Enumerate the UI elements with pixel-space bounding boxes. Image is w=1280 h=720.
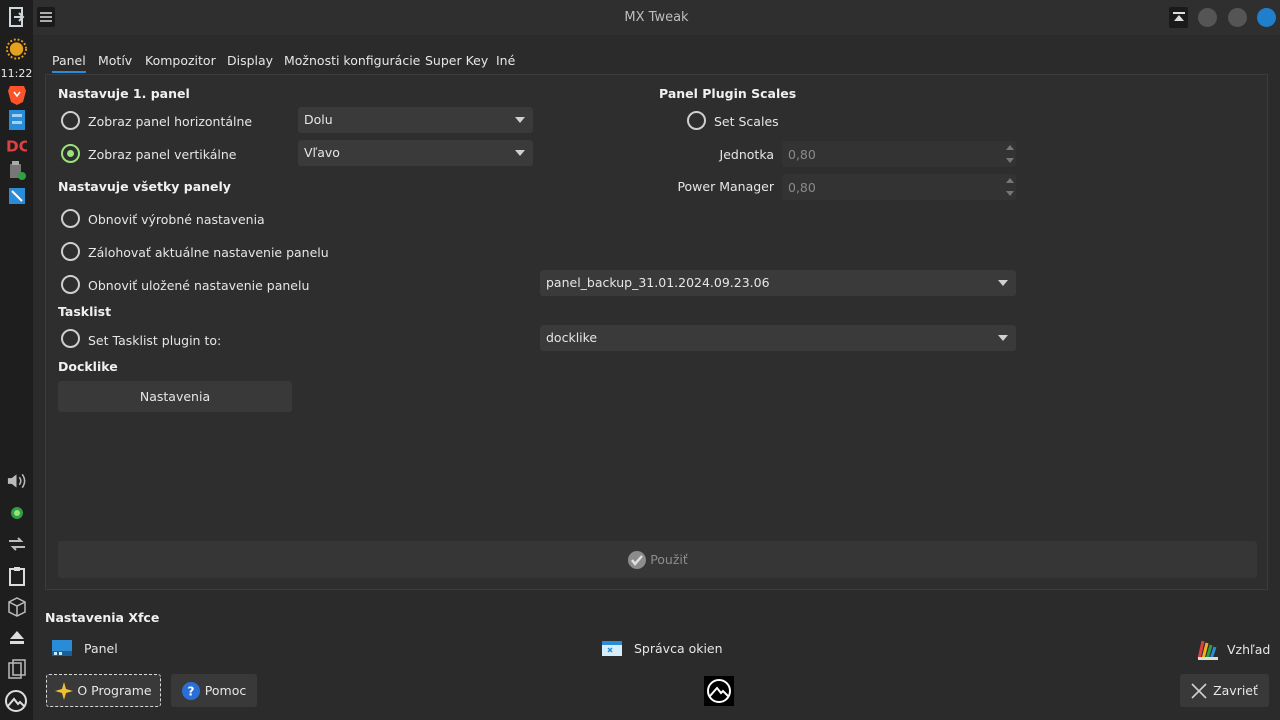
screenshot-icon[interactable] bbox=[6, 185, 27, 206]
tasklist-label: Set Tasklist plugin to: bbox=[88, 333, 222, 348]
maximize-button[interactable] bbox=[1228, 8, 1247, 27]
help-icon: ? bbox=[181, 681, 200, 700]
window-title: MX Tweak bbox=[624, 10, 689, 25]
jednotka-value: 0,80 bbox=[788, 147, 816, 162]
tasklist-select-value: docklike bbox=[546, 330, 598, 345]
close-label: Zavrieť bbox=[1213, 683, 1258, 698]
clipboard-icon[interactable] bbox=[6, 565, 27, 586]
close-icon bbox=[1191, 682, 1207, 699]
about-label: O Programe bbox=[77, 683, 152, 698]
xfce-window-manager-link[interactable]: Správca okien bbox=[601, 638, 723, 658]
horizontal-label: Zobraz panel horizontálne bbox=[88, 114, 253, 129]
keep-above-icon bbox=[1172, 11, 1185, 21]
tab-super-key[interactable]: Super Key bbox=[425, 53, 488, 68]
close-button[interactable]: Zavrieť bbox=[1180, 674, 1269, 707]
vertical-position-value: Vľavo bbox=[304, 145, 340, 160]
tab-display[interactable]: Display bbox=[227, 53, 273, 68]
section-first-panel-title: Nastavuje 1. panel bbox=[58, 86, 190, 101]
backup-select[interactable]: panel_backup_31.01.2024.09.23.06 bbox=[540, 270, 1016, 296]
tab-kompozitor[interactable]: Kompozitor bbox=[145, 53, 216, 68]
power-manager-spinbox[interactable]: 0,80 bbox=[782, 174, 1016, 200]
mx-logo-icon bbox=[707, 679, 731, 703]
xfce-panel-link[interactable]: Panel bbox=[52, 638, 118, 658]
doublecmd-icon[interactable]: DC bbox=[6, 135, 27, 156]
tab-ine[interactable]: Iné bbox=[496, 53, 515, 68]
clock[interactable]: 11:22 bbox=[0, 67, 33, 80]
chevron-down-icon bbox=[998, 280, 1008, 286]
mx-sun-icon[interactable] bbox=[6, 38, 27, 59]
docklike-settings-button[interactable]: Nastavenia bbox=[58, 381, 292, 412]
horizontal-position-value: Dolu bbox=[304, 112, 333, 127]
apply-label: Použiť bbox=[650, 552, 688, 567]
copy-icon[interactable] bbox=[6, 658, 27, 679]
title-bar: MX Tweak bbox=[33, 0, 1280, 35]
help-button[interactable]: ? Pomoc bbox=[171, 674, 257, 707]
check-icon bbox=[628, 550, 647, 569]
file-manager-icon[interactable] bbox=[6, 109, 27, 130]
volume-icon[interactable] bbox=[6, 470, 27, 491]
package-icon[interactable] bbox=[6, 596, 27, 617]
jednotka-spinbox[interactable]: 0,80 bbox=[782, 141, 1016, 167]
xfce-appearance-label: Vzhľad bbox=[1227, 641, 1271, 657]
appearance-icon bbox=[1197, 640, 1218, 660]
xfce-settings-title: Nastavenia Xfce bbox=[45, 610, 160, 625]
chevron-down-icon bbox=[998, 335, 1008, 341]
tasklist-select[interactable]: docklike bbox=[540, 325, 1016, 351]
vertical-radio[interactable] bbox=[61, 144, 80, 163]
usb-icon[interactable] bbox=[6, 160, 27, 181]
vertical-label: Zobraz panel vertikálne bbox=[88, 147, 237, 162]
tab-panel[interactable]: Panel bbox=[52, 53, 86, 73]
left-panel: 11:22 DC bbox=[0, 0, 33, 720]
xfce-panel-label: Panel bbox=[84, 640, 118, 656]
docklike-title: Docklike bbox=[58, 359, 118, 374]
vertical-position-select[interactable]: Vľavo bbox=[298, 140, 533, 166]
updater-icon[interactable] bbox=[6, 502, 27, 523]
jednotka-label: Jednotka bbox=[719, 147, 774, 162]
section-all-panels-title: Nastavuje všetky panely bbox=[58, 179, 231, 194]
svg-text:?: ? bbox=[187, 684, 194, 698]
spin-down-icon[interactable] bbox=[1006, 191, 1014, 196]
power-manager-value: 0,80 bbox=[788, 180, 816, 195]
power-manager-label: Power Manager bbox=[677, 179, 774, 194]
mx-logo-icon[interactable] bbox=[4, 689, 28, 712]
restore-saved-radio[interactable] bbox=[61, 275, 80, 294]
spin-up-icon[interactable] bbox=[1006, 178, 1014, 183]
backup-current-label: Zálohovať aktuálne nastavenie panelu bbox=[88, 245, 329, 260]
about-button[interactable]: O Programe bbox=[46, 674, 161, 707]
help-label: Pomoc bbox=[204, 683, 247, 698]
xfce-appearance-link[interactable]: Vzhľad bbox=[1197, 637, 1270, 661]
logout-icon[interactable] bbox=[6, 6, 27, 27]
tab-motiv[interactable]: Motív bbox=[98, 53, 132, 68]
tasklist-radio[interactable] bbox=[61, 329, 80, 348]
horizontal-position-select[interactable]: Dolu bbox=[298, 107, 533, 133]
window-manager-icon bbox=[602, 641, 622, 656]
keep-above-button[interactable] bbox=[1169, 7, 1188, 28]
restore-default-radio[interactable] bbox=[61, 209, 80, 228]
mx-logo bbox=[704, 676, 734, 706]
apply-button[interactable]: Použiť bbox=[58, 541, 1257, 578]
tasklist-title: Tasklist bbox=[58, 304, 112, 319]
panel-icon bbox=[52, 640, 72, 656]
backup-select-value: panel_backup_31.01.2024.09.23.06 bbox=[546, 275, 770, 290]
tab-moznosti-konfiguracie[interactable]: Možnosti konfigurácie bbox=[284, 53, 420, 68]
chevron-down-icon bbox=[515, 150, 525, 156]
close-window-button[interactable] bbox=[1257, 8, 1276, 27]
spin-up-icon[interactable] bbox=[1006, 145, 1014, 150]
brave-icon[interactable] bbox=[6, 84, 27, 105]
spin-down-icon[interactable] bbox=[1006, 158, 1014, 163]
chevron-down-icon bbox=[515, 117, 525, 123]
backup-current-radio[interactable] bbox=[61, 242, 80, 261]
restore-default-label: Obnoviť výrobné nastavenia bbox=[88, 212, 265, 227]
set-scales-label: Set Scales bbox=[714, 114, 779, 129]
eject-icon[interactable] bbox=[6, 626, 27, 647]
xfce-window-manager-label: Správca okien bbox=[634, 640, 723, 656]
network-icon[interactable] bbox=[6, 533, 27, 554]
star-icon bbox=[55, 681, 74, 700]
scales-title: Panel Plugin Scales bbox=[659, 86, 797, 101]
minimize-button[interactable] bbox=[1198, 8, 1217, 27]
horizontal-radio[interactable] bbox=[61, 111, 80, 130]
restore-saved-label: Obnoviť uložené nastavenie panelu bbox=[88, 278, 310, 293]
set-scales-radio[interactable] bbox=[687, 111, 706, 130]
svg-text:DC: DC bbox=[6, 137, 27, 155]
